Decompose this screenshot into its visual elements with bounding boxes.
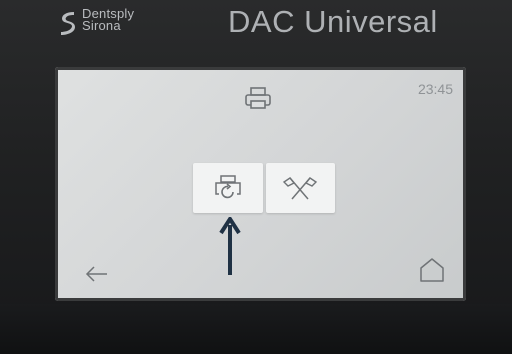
clock: 23:45 — [417, 81, 453, 97]
device-bezel-bottom — [0, 304, 512, 354]
reprint-button[interactable] — [193, 163, 263, 213]
touch-screen: 23:45 — [55, 67, 466, 301]
dentsply-sirona-logo-icon — [61, 12, 75, 35]
printer-icon — [245, 87, 271, 109]
printer-refresh-icon — [215, 175, 241, 199]
home-button[interactable] — [419, 257, 445, 283]
action-button-group — [193, 163, 335, 213]
device-model-title: DAC Universal — [228, 4, 438, 39]
back-button[interactable] — [83, 263, 109, 285]
brand-logo: Dentsply Sirona — [60, 7, 134, 38]
finish-flags-button[interactable] — [265, 163, 335, 213]
back-arrow-icon — [85, 266, 107, 282]
brand-name-line2: Sirona — [82, 18, 121, 33]
crossed-flags-icon — [283, 177, 318, 200]
arrow-up-icon — [219, 217, 241, 275]
home-icon — [420, 258, 444, 282]
brand-name: Dentsply Sirona — [82, 7, 134, 33]
